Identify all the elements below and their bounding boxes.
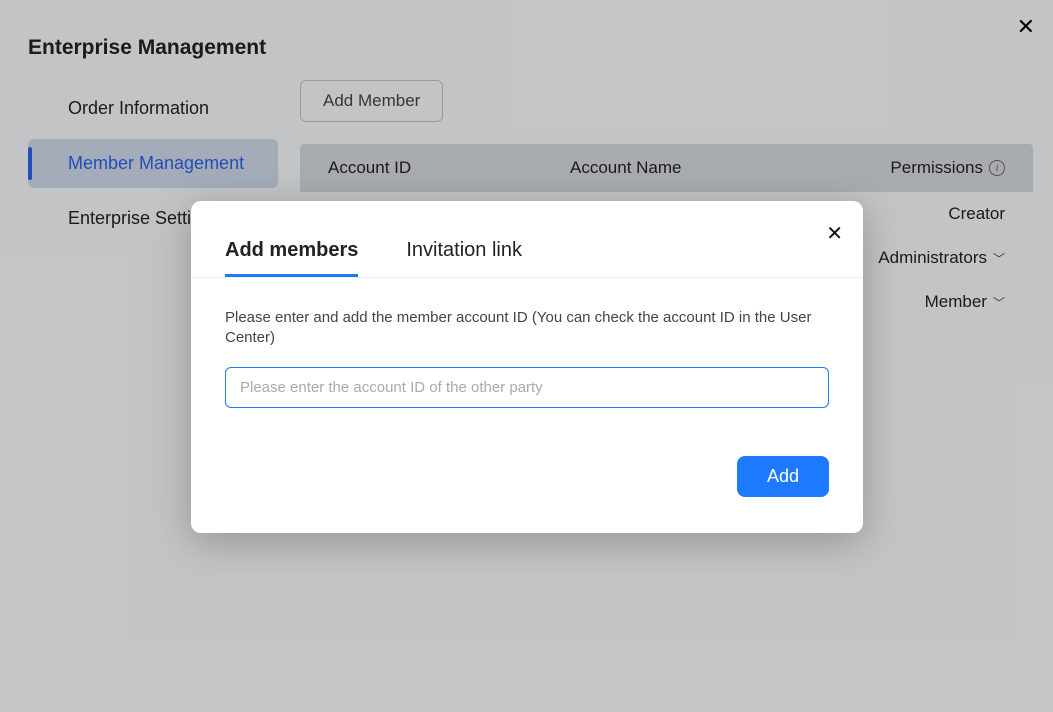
modal-tabs: Add members Invitation link	[191, 201, 863, 277]
sidebar-item-order-information[interactable]: Order Information	[28, 84, 278, 133]
chevron-down-icon: ﹀	[993, 250, 1005, 267]
account-id-input[interactable]	[225, 367, 829, 408]
permission-dropdown[interactable]: Administrators ﹀	[870, 248, 1033, 268]
info-icon[interactable]: i	[989, 160, 1005, 176]
add-button[interactable]: Add	[737, 456, 829, 497]
tab-add-members[interactable]: Add members	[225, 239, 358, 277]
page-title: Enterprise Management	[28, 36, 266, 60]
sidebar-item-label: Member Management	[68, 153, 244, 173]
table-header: Account ID Account Name Permissions i	[300, 144, 1033, 192]
column-header-account-name: Account Name	[570, 158, 870, 178]
sidebar-item-member-management[interactable]: Member Management	[28, 139, 278, 188]
sidebar-item-label: Order Information	[68, 98, 209, 118]
permission-label: Member	[925, 292, 987, 312]
column-header-account-id: Account ID	[300, 158, 570, 178]
chevron-down-icon: ﹀	[993, 294, 1005, 311]
tab-invitation-link[interactable]: Invitation link	[406, 239, 522, 277]
column-header-permissions-label: Permissions	[890, 158, 983, 178]
divider	[191, 277, 863, 278]
permission-dropdown[interactable]: Member ﹀	[870, 292, 1033, 312]
modal-actions: Add	[191, 408, 863, 497]
modal-close-icon[interactable]: ✕	[826, 221, 843, 246]
page-close-icon[interactable]: ✕	[1017, 14, 1035, 40]
add-member-button[interactable]: Add Member	[300, 80, 443, 122]
permission-label: Administrators	[878, 248, 987, 268]
add-member-modal: ✕ Add members Invitation link Please ent…	[191, 201, 863, 533]
modal-description: Please enter and add the member account …	[191, 296, 863, 349]
column-header-permissions: Permissions i	[870, 158, 1033, 178]
permission-label: Creator	[948, 204, 1005, 224]
